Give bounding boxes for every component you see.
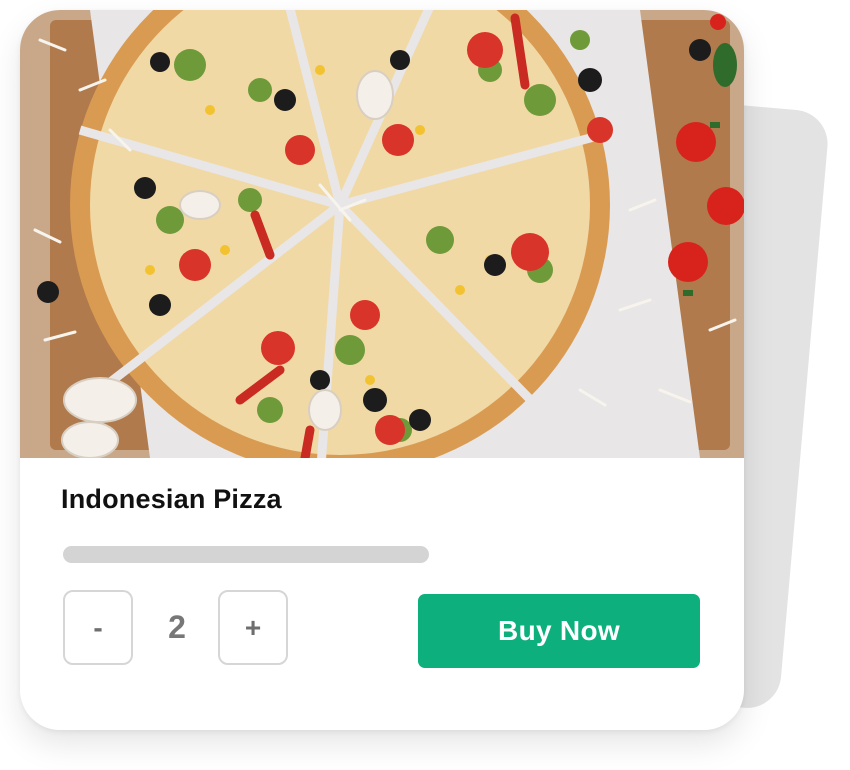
pizza-photo xyxy=(20,10,744,458)
buy-now-button[interactable]: Buy Now xyxy=(418,594,700,668)
placeholder-bar xyxy=(63,546,429,563)
decrement-button[interactable]: - xyxy=(63,590,133,665)
product-card-stage: Indonesian Pizza - 2 + Buy Now xyxy=(0,0,850,770)
increment-button[interactable]: + xyxy=(218,590,288,665)
product-card[interactable]: Indonesian Pizza - 2 + Buy Now xyxy=(20,10,744,730)
product-title: Indonesian Pizza xyxy=(61,484,282,514)
quantity-value: 2 xyxy=(168,609,186,645)
minus-icon: - xyxy=(93,611,103,643)
plus-icon: + xyxy=(244,611,262,643)
buy-now-label: Buy Now xyxy=(498,615,620,646)
